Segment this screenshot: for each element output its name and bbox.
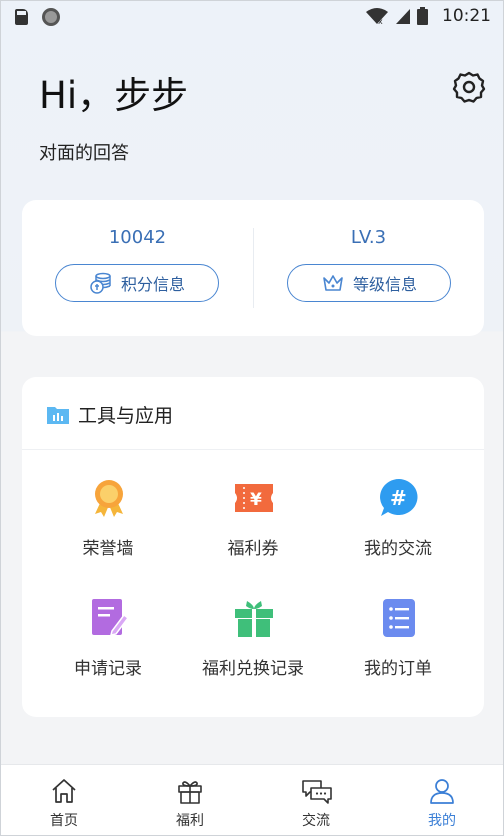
clock: 10:21 — [442, 6, 491, 26]
gift-icon — [178, 781, 202, 804]
tool-redeem-history[interactable]: 福利兑换记录 — [176, 597, 330, 697]
points-section: 10042 积分信息 — [22, 200, 253, 336]
tools-title: 工具与应用 — [78, 405, 174, 427]
coins-icon — [90, 272, 111, 294]
stats-card: 10042 积分信息 LV.3 等级信息 — [22, 200, 484, 336]
nav-exchange[interactable]: 交流 — [253, 765, 379, 835]
wifi-icon: x — [366, 8, 388, 25]
nav-mine[interactable]: 我的 — [379, 765, 503, 835]
status-bar: x 10:21 — [1, 1, 503, 33]
points-info-button[interactable]: 积分信息 — [55, 264, 219, 302]
signal-icon — [396, 8, 410, 24]
crown-icon — [323, 275, 343, 291]
level-value: LV.3 — [350, 227, 387, 248]
svg-text:¥: ¥ — [250, 490, 262, 510]
greeting-title: Hi，步步 — [39, 74, 189, 117]
tool-coupons[interactable]: ¥ 福利券 — [176, 477, 330, 577]
nav-label: 我的 — [428, 813, 456, 829]
home-icon — [52, 779, 76, 803]
level-info-label: 等级信息 — [352, 275, 417, 294]
tools-header: 工具与应用 — [46, 401, 173, 428]
bottom-nav: 首页 福利 交流 我的 — [1, 764, 503, 835]
folder-chart-icon — [47, 406, 69, 424]
tool-applications[interactable]: 申请记录 — [31, 597, 185, 697]
nav-label: 福利 — [176, 813, 204, 829]
record-icon — [42, 8, 60, 26]
tool-honor-wall[interactable]: 荣誉墙 — [31, 477, 185, 577]
tool-my-orders[interactable]: 我的订单 — [321, 597, 475, 697]
coupon-icon: ¥ — [235, 484, 273, 512]
app-screen: x 10:21 Hi，步步 对面的回答 10042 积分信息 LV.3 等级信息… — [0, 0, 504, 836]
nav-label: 首页 — [50, 813, 78, 829]
tool-label: 荣誉墙 — [82, 539, 134, 559]
sd-card-icon — [15, 9, 28, 25]
level-section: LV.3 等级信息 — [253, 200, 484, 336]
signature-text: 对面的回答 — [39, 143, 129, 164]
edit-document-icon — [92, 599, 130, 636]
tools-card: 工具与应用 荣誉墙 ¥ 福利券 # 我的交流 申请记录 福利兑换记录 我的订单 — [22, 377, 484, 717]
tool-label: 福利兑换记录 — [202, 659, 304, 679]
tool-label: 我的订单 — [364, 659, 432, 679]
nav-home[interactable]: 首页 — [1, 765, 127, 835]
svg-text:#: # — [390, 486, 407, 510]
nav-welfare[interactable]: 福利 — [127, 765, 253, 835]
hashtag-chat-icon: # — [380, 479, 418, 516]
tool-label: 我的交流 — [364, 539, 432, 559]
gift-box-icon — [235, 601, 273, 637]
level-info-button[interactable]: 等级信息 — [287, 264, 451, 302]
tools-divider — [22, 449, 484, 450]
list-icon — [383, 599, 415, 637]
gear-icon[interactable] — [451, 69, 487, 105]
tool-my-exchanges[interactable]: # 我的交流 — [321, 477, 475, 577]
battery-icon — [417, 7, 428, 25]
chat-icon — [302, 780, 332, 804]
tool-label: 申请记录 — [74, 659, 142, 679]
nav-label: 交流 — [302, 813, 330, 829]
svg-text:x: x — [378, 17, 383, 25]
points-value: 10042 — [108, 227, 167, 248]
points-info-label: 积分信息 — [120, 275, 185, 294]
medal-icon — [95, 480, 123, 517]
person-icon — [430, 779, 454, 804]
tool-label: 福利券 — [227, 539, 279, 559]
